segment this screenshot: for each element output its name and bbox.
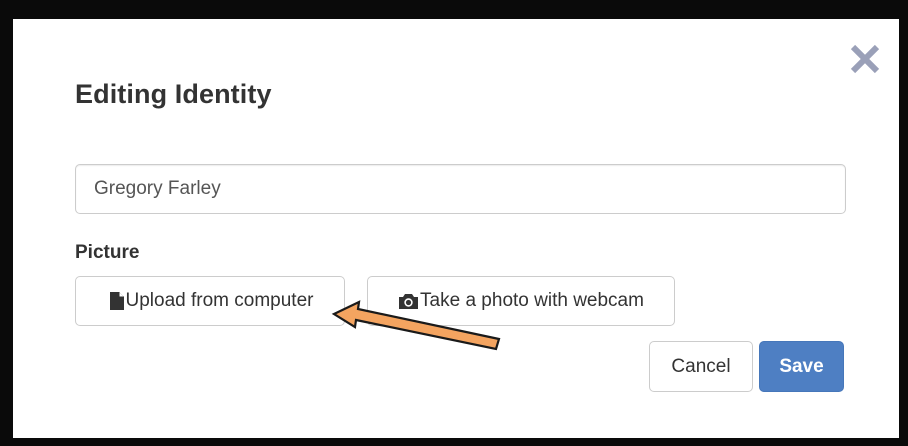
upload-button-label: Upload from computer [125, 290, 314, 311]
upload-from-computer-button[interactable]: Upload from computer [75, 276, 345, 326]
close-x-icon [850, 44, 880, 74]
take-photo-webcam-button[interactable]: Take a photo with webcam [367, 276, 675, 326]
modal-title: Editing Identity [75, 79, 272, 109]
identity-name-input[interactable] [75, 164, 846, 214]
edit-identity-modal: Editing Identity Picture Upload from com… [13, 19, 899, 438]
camera-icon [398, 292, 419, 310]
file-icon [109, 291, 125, 311]
cancel-button[interactable]: Cancel [649, 341, 753, 392]
picture-label: Picture [75, 242, 140, 263]
webcam-button-label: Take a photo with webcam [420, 290, 644, 311]
close-button[interactable] [845, 39, 885, 79]
save-button[interactable]: Save [759, 341, 844, 392]
